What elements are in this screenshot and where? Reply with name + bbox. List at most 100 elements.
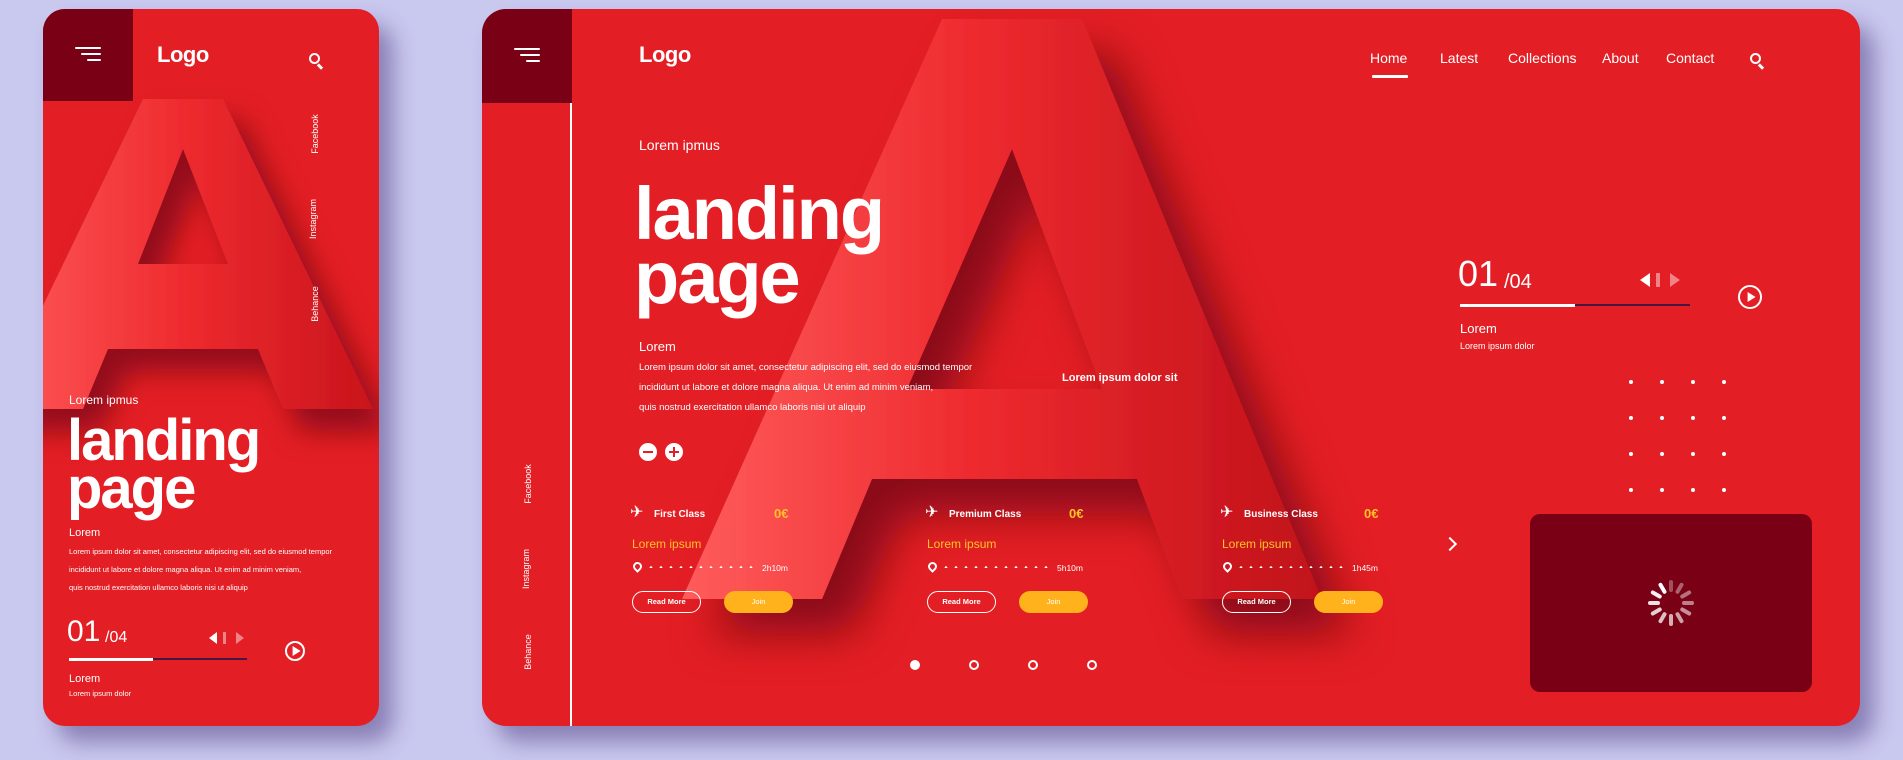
big-letter-a-graphic [682,19,1322,604]
route-dots [941,566,1051,568]
grid-dot [1722,416,1726,420]
grid-dot [1629,416,1633,420]
menu-button[interactable] [43,9,133,101]
video-preview[interactable] [1530,514,1812,692]
search-icon[interactable] [1750,53,1766,70]
grid-dot [1660,488,1664,492]
grid-dot [1629,488,1633,492]
search-icon[interactable] [309,53,325,70]
grid-dot [1722,380,1726,384]
card-subtitle: Lorem ipsum [1222,537,1292,551]
hero-eyebrow: Lorem ipmus [639,137,720,153]
nav-active-indicator [1372,75,1408,78]
nav-collections[interactable]: Collections [1508,50,1576,66]
grid-dot [1660,380,1664,384]
mobile-screen: Logo Facebook Instagram Behance Lorem ip… [43,9,379,726]
social-link-behance[interactable]: Behance [310,286,320,322]
slide-progress-bar [69,658,247,661]
slide-title: Lorem [69,673,101,685]
card-title: Premium Class [949,509,1022,520]
plus-button[interactable] [665,443,683,461]
card-title: Business Class [1244,509,1318,520]
slide-counter-total: /04 [105,629,128,646]
grid-dot [1629,452,1633,456]
play-icon[interactable] [1738,285,1762,309]
location-pin-icon [631,560,644,573]
social-link-instagram[interactable]: Instagram [521,549,531,589]
grid-dot [1691,416,1695,420]
body-line-3: quis nostrud exercitation ullamco labori… [639,402,866,413]
nav-about[interactable]: About [1602,50,1639,66]
logo[interactable]: Logo [639,42,691,68]
read-more-button[interactable]: Read More [927,591,996,613]
grid-dot [1722,452,1726,456]
airplane-icon: ✈ [1220,504,1234,521]
prev-slide-icon[interactable] [1640,273,1650,287]
pagination-dot[interactable] [910,660,920,670]
grid-dot [1691,380,1695,384]
play-icon[interactable] [285,641,305,661]
next-slide-icon[interactable] [1670,273,1680,287]
grid-dot [1660,452,1664,456]
slide-counter-current: 01 [1458,253,1499,294]
body-line-2: incididunt ut labore et dolore magna ali… [69,565,302,574]
slide-subtitle: Lorem ipsum dolor [1460,341,1535,351]
sidebar-divider [570,103,572,726]
nav-home[interactable]: Home [1370,50,1407,66]
grid-dot [1722,488,1726,492]
card-price: 0€ [1364,506,1379,521]
body-line-1: Lorem ipsum dolor sit amet, consectetur … [69,547,333,556]
join-button[interactable]: Join [1314,591,1383,613]
join-button[interactable]: Join [724,591,793,613]
hero-eyebrow: Lorem ipmus [69,393,139,407]
prev-slide-icon[interactable] [209,632,217,644]
card-duration: 2h10m [762,563,788,573]
card-price: 0€ [1069,506,1084,521]
read-more-button[interactable]: Read More [1222,591,1291,613]
slide-separator [1656,273,1660,287]
route-dots [1236,566,1346,568]
route-dots [646,566,756,568]
chevron-right-icon[interactable] [1442,536,1458,552]
letter-caption: Lorem ipsum dolor sit [1062,372,1178,384]
slide-progress-fill [69,658,153,661]
social-link-facebook[interactable]: Facebook [523,464,533,504]
grid-dot [1691,452,1695,456]
hero-title-line2: page [634,236,801,319]
body-line-2: incididunt ut labore et dolore magna ali… [639,382,934,393]
nav-contact[interactable]: Contact [1666,50,1714,66]
card-duration: 5h10m [1057,563,1083,573]
grid-dot [1660,416,1664,420]
slide-title: Lorem [1460,321,1497,336]
airplane-icon: ✈ [925,504,939,521]
nav-latest[interactable]: Latest [1440,50,1478,66]
spinner-icon [1648,580,1694,626]
slide-progress-bar [1460,304,1690,307]
card-subtitle: Lorem ipsum [927,537,997,551]
logo[interactable]: Logo [157,42,209,68]
desktop-screen: Facebook Instagram Behance Logo Home Lat… [482,9,1860,726]
pagination-dot[interactable] [1028,660,1038,670]
hero-title-line2: page [67,456,196,521]
pagination-dot[interactable] [1087,660,1097,670]
body-title: Lorem [69,527,101,539]
social-link-instagram[interactable]: Instagram [308,199,318,239]
minus-button[interactable] [639,443,657,461]
slide-subtitle: Lorem ipsum dolor [69,689,132,698]
slide-separator [223,632,226,644]
card-subtitle: Lorem ipsum [632,537,702,551]
card-duration: 1h45m [1352,563,1378,573]
join-button[interactable]: Join [1019,591,1088,613]
social-link-facebook[interactable]: Facebook [310,114,320,154]
card-price: 0€ [774,506,789,521]
grid-dot [1629,380,1633,384]
slide-counter-total: /04 [1504,271,1532,293]
slide-counter-current: 01 [67,615,101,648]
body-title: Lorem [639,339,676,354]
pagination-dot[interactable] [969,660,979,670]
social-link-behance[interactable]: Behance [523,634,533,670]
slide-progress-fill [1460,304,1575,307]
menu-button[interactable] [482,9,572,103]
next-slide-icon[interactable] [236,632,244,644]
read-more-button[interactable]: Read More [632,591,701,613]
